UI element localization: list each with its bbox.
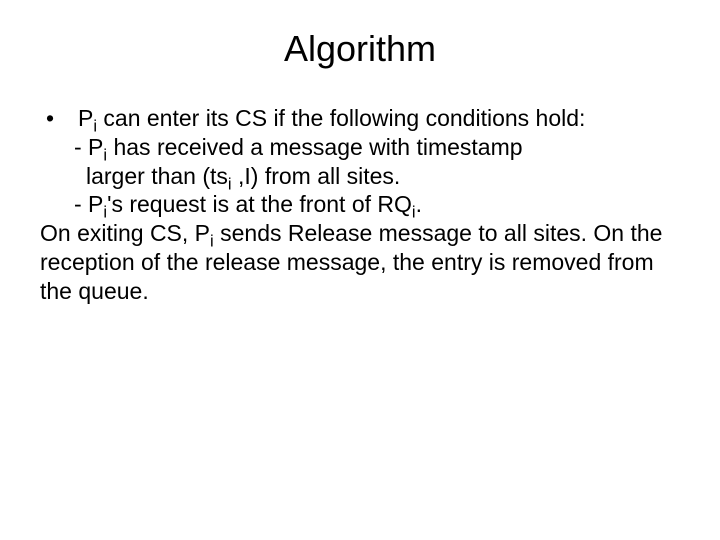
slide-title: Algorithm: [0, 0, 720, 80]
text: ,I) from all sites.: [232, 163, 401, 189]
text: 's request is at the front of RQ: [107, 191, 412, 217]
text: larger than (ts: [86, 163, 228, 189]
text: P: [78, 105, 93, 131]
bullet-item: • Pi can enter its CS if the following c…: [40, 104, 680, 133]
text: .: [416, 191, 422, 217]
text: On exiting CS, P: [40, 220, 210, 246]
slide-body: • Pi can enter its CS if the following c…: [0, 80, 720, 305]
slide: Algorithm • Pi can enter its CS if the f…: [0, 0, 720, 540]
text: - P: [74, 191, 103, 217]
bullet-text-line1: Pi can enter its CS if the following con…: [78, 104, 680, 133]
dash-line-2: - Pi's request is at the front of RQi.: [40, 190, 680, 219]
dash-line-1: - Pi has received a message with timesta…: [40, 133, 680, 162]
text: has received a message with timestamp: [107, 134, 522, 160]
text: can enter its CS if the following condit…: [97, 105, 585, 131]
text: - P: [74, 134, 103, 160]
dash-line-1-cont: larger than (tsi ,I) from all sites.: [40, 162, 680, 191]
bullet-icon: •: [40, 104, 78, 133]
paragraph-exit: On exiting CS, Pi sends Release message …: [40, 219, 680, 305]
